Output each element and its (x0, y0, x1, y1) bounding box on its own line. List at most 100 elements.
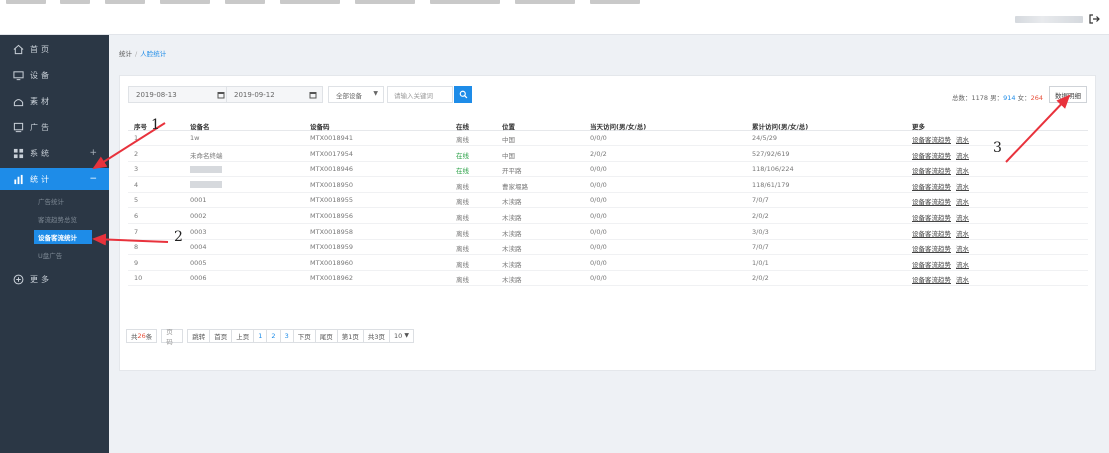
sidebar-item-label: 首页 (30, 44, 52, 54)
device-location: 开平路 (502, 167, 522, 176)
calendar-icon[interactable] (217, 91, 225, 99)
prev-page-button[interactable]: 上页 (231, 328, 255, 343)
start-date-value: 2019-08-13 (136, 90, 177, 99)
device-trend-link[interactable]: 设备客流趋势 (912, 167, 951, 175)
device-location: 木渎路 (502, 198, 522, 207)
flow-log-link[interactable]: 流水 (956, 136, 969, 144)
monitor-icon (12, 69, 24, 81)
jump-button[interactable]: 跳转 (187, 328, 211, 343)
page-size-select[interactable]: 10 ▼ (388, 328, 414, 343)
sidebar-item-more[interactable]: 更多 (0, 268, 109, 290)
sidebar-item-label: 素材 (30, 96, 52, 106)
sidebar-subitem-ad-stats[interactable]: 广告统计 (0, 194, 109, 208)
page-number-input[interactable]: 页码 (161, 328, 184, 346)
row-index: 1 (134, 134, 139, 142)
sidebar-subitem-device-traffic[interactable]: 设备客流统计 (34, 230, 92, 244)
female-label: 女： (1017, 94, 1031, 102)
cumulative-visits: 2/0/2 (752, 212, 769, 220)
flow-log-link[interactable]: 流水 (956, 261, 969, 269)
username-redacted[interactable] (1015, 16, 1083, 23)
online-status: 离线 (456, 214, 469, 222)
online-status: 离线 (456, 276, 469, 285)
total-pages-label: 共3页 (362, 328, 390, 343)
sidebar-item-label: 设备 (30, 70, 52, 80)
sidebar-item-label: 更多 (30, 274, 52, 284)
end-date-picker[interactable]: 2019-09-12 (226, 86, 323, 103)
cumulative-visits: 3/0/3 (752, 227, 769, 236)
page-2-button[interactable]: 2 (266, 328, 281, 343)
device-name: 未命名终端 (190, 151, 223, 160)
device-code: MTX0018950 (310, 180, 353, 189)
flow-log-link[interactable]: 流水 (956, 167, 969, 175)
row-index: 9 (134, 258, 139, 267)
flow-log-link[interactable]: 流水 (956, 152, 969, 160)
grid-icon (12, 147, 24, 159)
total-count: 共 26 条 (126, 328, 158, 343)
expand-icon[interactable]: + (89, 148, 97, 158)
last-page-button[interactable]: 尾页 (314, 328, 338, 343)
page-1-button[interactable]: 1 (253, 328, 268, 343)
total-value: 1178 (971, 94, 988, 102)
device-trend-link[interactable]: 设备客流趋势 (912, 276, 951, 284)
sidebar-item-material[interactable]: 素材 (0, 90, 109, 112)
device-trend-link[interactable]: 设备客流趋势 (912, 261, 951, 269)
table-row: 5 0001 MTX0018955 离线 木渎路 0/0/0 7/0/7 设备客流趋势 流水 (128, 193, 1088, 209)
page-3-button[interactable]: 3 (279, 328, 294, 343)
device-location: 曹家堰路 (502, 182, 528, 191)
col-header-index: 序号 (134, 123, 147, 131)
breadcrumb-current: 人脸统计 (140, 50, 167, 58)
calendar-icon[interactable] (309, 91, 317, 99)
total-suffix: 条 (145, 332, 153, 341)
online-status: 离线 (456, 245, 469, 254)
page-size-value: 10 (393, 331, 403, 340)
col-header-location: 位置 (502, 123, 515, 131)
device-code: MTX0018960 (310, 258, 353, 267)
device-name: 0002 (190, 212, 207, 220)
device-location: 中国 (502, 136, 515, 144)
flow-log-link[interactable]: 流水 (956, 198, 969, 206)
device-select[interactable]: 全部设备 ▼ (328, 86, 384, 103)
flow-log-link[interactable]: 流水 (956, 276, 969, 284)
table-row: 1 1w MTX0018941 离线 中国 0/0/0 24/5/29 设备客流趋势 流水 (128, 131, 1088, 146)
search-input[interactable]: 请输入关键词 (387, 86, 453, 103)
device-trend-link[interactable]: 设备客流趋势 (912, 230, 951, 238)
sidebar-subitem-traffic-trend[interactable]: 客流趋势总览 (0, 212, 109, 226)
device-trend-link[interactable]: 设备客流趋势 (912, 214, 951, 222)
device-trend-link[interactable]: 设备客流趋势 (912, 245, 951, 253)
sidebar-subitem-usb-ads[interactable]: U盘广告 (0, 248, 109, 262)
flow-log-link[interactable]: 流水 (956, 230, 969, 238)
flow-log-link[interactable]: 流水 (956, 183, 969, 191)
search-button[interactable] (454, 86, 472, 103)
table-row: 4 MTX0018950 离线 曹家堰路 0/0/0 118/61/179 设备客流趋势 流水 (128, 178, 1088, 193)
device-trend-link[interactable]: 设备客流趋势 (912, 136, 951, 144)
flow-log-link[interactable]: 流水 (956, 214, 969, 222)
online-status: 离线 (456, 198, 469, 207)
logout-icon[interactable] (1088, 13, 1100, 25)
today-visits: 0/0/0 (590, 212, 607, 220)
row-actions: 设备客流趋势 流水 (912, 181, 974, 191)
sidebar-item-statistics[interactable]: 统计 − (0, 168, 109, 190)
female-value: 264 (1030, 94, 1043, 102)
device-trend-link[interactable]: 设备客流趋势 (912, 152, 951, 160)
sidebar-item-system[interactable]: 系统 + (0, 142, 109, 164)
caret-down-icon: ▼ (404, 332, 409, 339)
caret-down-icon: ▼ (373, 90, 378, 97)
breadcrumb-parent[interactable]: 统计 (119, 50, 132, 58)
sidebar-item-device[interactable]: 设备 (0, 64, 109, 86)
flow-log-link[interactable]: 流水 (956, 245, 969, 253)
total-label: 总数： (951, 94, 972, 102)
table-row: 8 0004 MTX0018959 离线 木渎路 0/0/0 7/0/7 设备客流趋势 流水 (128, 240, 1088, 256)
device-trend-link[interactable]: 设备客流趋势 (912, 198, 951, 206)
first-page-button[interactable]: 首页 (209, 328, 233, 343)
device-trend-link[interactable]: 设备客流趋势 (912, 183, 951, 191)
sidebar-item-home[interactable]: 首页 (0, 38, 109, 60)
start-date-picker[interactable]: 2019-08-13 (128, 86, 231, 103)
plus-circle-icon (12, 273, 24, 285)
data-detail-button[interactable]: 数据明细 (1049, 86, 1087, 103)
next-page-button[interactable]: 下页 (292, 328, 316, 343)
sidebar-item-ads[interactable]: 广告 (0, 116, 109, 138)
device-code: MTX0018958 (310, 227, 353, 236)
device-code: MTX0018959 (310, 243, 353, 252)
table-row: 2 未命名终端 MTX0017954 在线 中国 2/0/2 527/92/619 设备客流趋… (128, 147, 1088, 162)
collapse-icon[interactable]: − (89, 174, 97, 184)
